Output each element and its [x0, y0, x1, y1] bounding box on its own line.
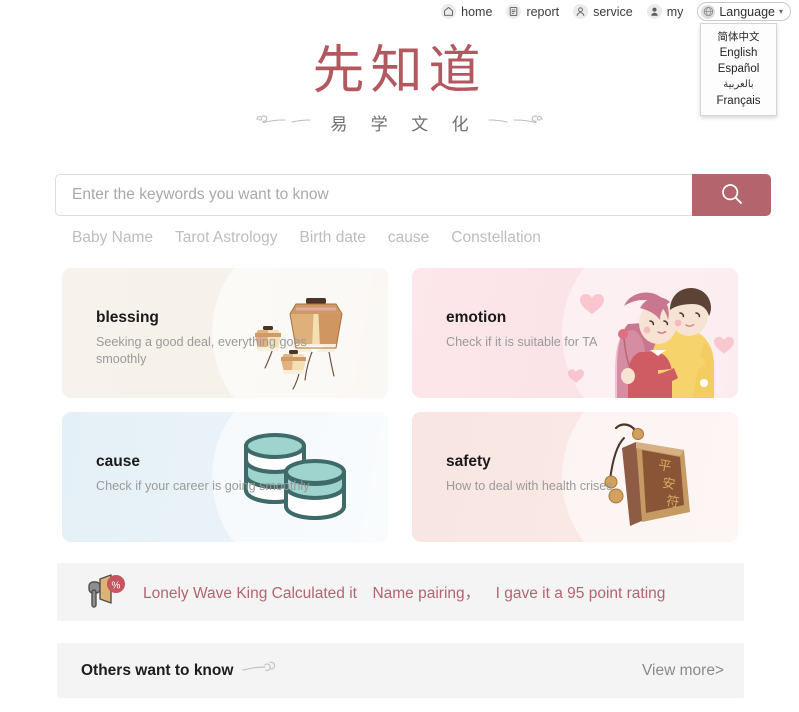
- cloud-icon-left: [253, 110, 313, 135]
- language-option-es[interactable]: Español: [701, 61, 776, 77]
- cloud-icon: [241, 660, 277, 681]
- announcement-text: Lonely Wave King Calculated it Name pair…: [143, 585, 666, 602]
- language-option-fr[interactable]: Français: [701, 93, 776, 109]
- chevron-down-icon: ▾: [778, 6, 783, 16]
- service-icon: [573, 4, 589, 19]
- language-option-zh[interactable]: 简体中文: [701, 29, 776, 45]
- card-emotion[interactable]: emotion Check if it is suitable for TA: [412, 268, 738, 398]
- card-emotion-desc: Check if it is suitable for TA: [446, 335, 598, 349]
- search-input[interactable]: [55, 174, 692, 216]
- hot-keywords-row: Baby Name Tarot Astrology Birth date cau…: [72, 229, 541, 247]
- card-cause-title: cause: [96, 453, 140, 470]
- language-option-en[interactable]: English: [701, 45, 776, 61]
- report-icon: [506, 4, 522, 19]
- search-icon: [718, 180, 746, 211]
- card-blessing-desc: Seeking a good deal, everything goes smo…: [96, 335, 307, 366]
- card-blessing-title: blessing: [96, 309, 159, 326]
- couple-hug-illustration: [554, 268, 738, 398]
- language-option-ar[interactable]: بالعربية: [701, 77, 776, 93]
- svg-text:平: 平: [657, 458, 672, 475]
- hot-keyword-constellation[interactable]: Constellation: [451, 229, 541, 247]
- user-icon: [646, 4, 662, 19]
- language-dropdown-menu[interactable]: 简体中文 English Español بالعربية Français: [700, 23, 777, 116]
- site-title: 先知道: [312, 41, 487, 101]
- megaphone-icon: %: [81, 570, 127, 615]
- discount-badge-text: %: [112, 580, 121, 591]
- coin-stacks-illustration: [224, 412, 374, 542]
- others-want-to-know-section: Others want to know View more>: [57, 643, 744, 698]
- cloud-icon-right: [486, 110, 546, 135]
- brand-header: 先知道 易 学 文 化: [0, 42, 799, 135]
- svg-text:符: 符: [665, 493, 681, 511]
- card-cause[interactable]: cause Check if your career is going smoo…: [62, 412, 388, 542]
- card-cause-desc: Check if your career is going smoothly: [96, 479, 310, 493]
- hot-keyword-cause[interactable]: cause: [388, 229, 429, 247]
- card-safety[interactable]: 平 安 符 safety How to deal with health cri…: [412, 412, 738, 542]
- nav-item-report-label: report: [526, 4, 560, 19]
- category-card-grid: blessing Seeking a good deal, everything…: [62, 268, 738, 542]
- search-button[interactable]: [692, 174, 771, 216]
- site-subtitle: 易 学 文 化: [330, 115, 478, 135]
- language-button-label: Language: [719, 4, 775, 19]
- sky-lanterns-illustration: [234, 268, 384, 398]
- others-section-title: Others want to know: [81, 661, 234, 679]
- hot-keyword-birth-date[interactable]: Birth date: [300, 229, 366, 247]
- card-safety-desc: How to deal with health crises: [446, 479, 613, 493]
- nav-item-home-label: home: [461, 4, 493, 19]
- nav-item-report[interactable]: report: [506, 4, 559, 19]
- nav-item-service[interactable]: service: [573, 4, 633, 19]
- globe-icon: [701, 4, 716, 19]
- language-selector-button[interactable]: Language ▾: [697, 2, 791, 21]
- search-bar: [55, 174, 771, 216]
- announcement-bar[interactable]: % Lonely Wave King Calculated it Name pa…: [57, 563, 744, 621]
- card-blessing[interactable]: blessing Seeking a good deal, everything…: [62, 268, 388, 398]
- view-more-link[interactable]: View more>: [642, 662, 724, 680]
- nav-item-my-label: my: [666, 4, 684, 19]
- nav-item-service-label: service: [593, 4, 633, 19]
- card-emotion-title: emotion: [446, 309, 507, 326]
- others-header: Others want to know: [81, 660, 277, 681]
- card-safety-title: safety: [446, 453, 491, 470]
- hot-keyword-tarot[interactable]: Tarot Astrology: [175, 229, 278, 247]
- nav-item-home[interactable]: home: [441, 4, 492, 19]
- svg-text:安: 安: [661, 476, 676, 493]
- amulet-charm-illustration: 平 安 符: [572, 412, 722, 542]
- home-icon: [441, 4, 457, 19]
- nav-item-my[interactable]: my: [646, 4, 684, 19]
- top-navigation-bar: home report service my Language ▾: [0, 0, 799, 23]
- hot-keyword-baby-name[interactable]: Baby Name: [72, 229, 153, 247]
- brand-subtitle-row: 易 学 文 化: [0, 110, 799, 135]
